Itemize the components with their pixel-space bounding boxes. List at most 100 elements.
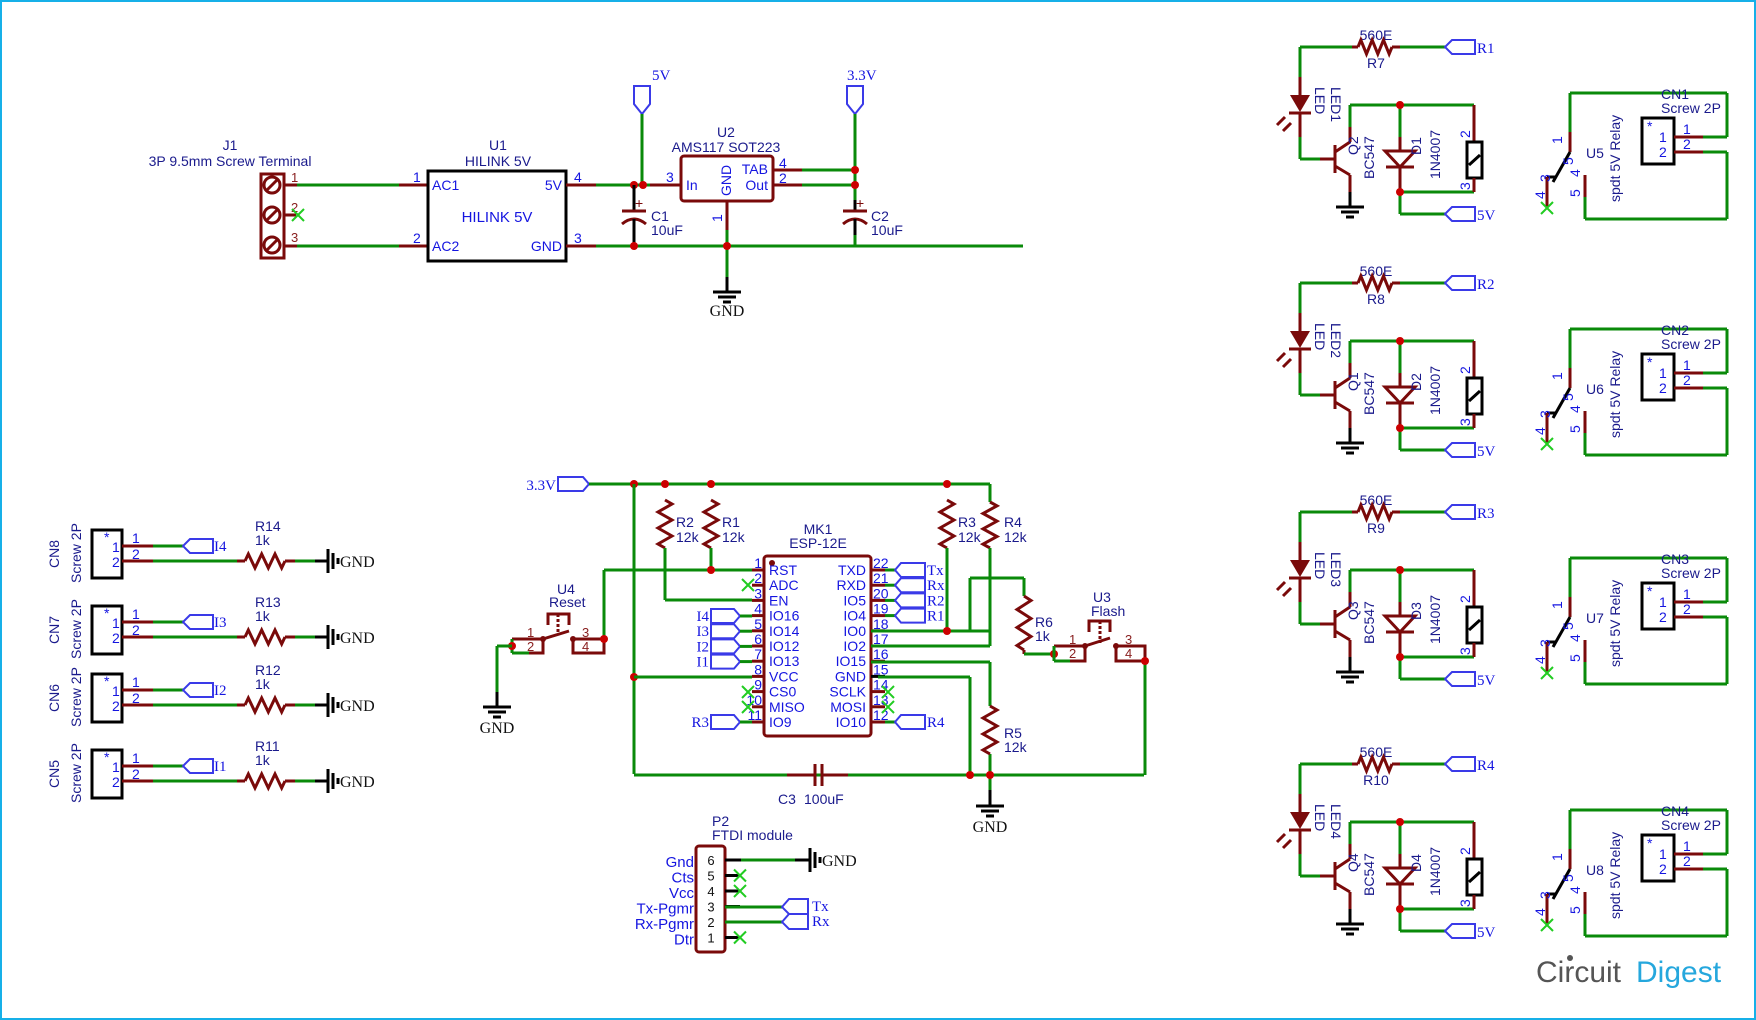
mk1-pinname: MISO — [769, 699, 805, 715]
net-5v-label: 5V — [1477, 673, 1496, 689]
resistor-value: 1k — [255, 752, 271, 768]
r2-ref: R2 — [676, 514, 694, 530]
port-input-icon — [181, 682, 214, 698]
port-label: I3 — [214, 615, 227, 631]
cn-type: Screw 2P — [68, 599, 84, 659]
relay-pin5: 5 — [1560, 393, 1576, 401]
reset-button-icon[interactable] — [512, 612, 606, 655]
cn-type: Screw 2P — [68, 523, 84, 583]
port-label: I3 — [697, 624, 710, 640]
gnd-symbol-icon — [976, 790, 1004, 818]
mk1-pins: 1 RST 2 ADC 3 EN 4 IO16 5 IO14 6 IO12 7 IO13 8 VCC 9 CS0 1… — [691, 555, 945, 731]
coil-pin2: 2 — [1457, 366, 1473, 374]
port-5v-icon — [1443, 923, 1476, 939]
u2-pinnum-3: 3 — [666, 169, 674, 185]
cn-ref: CN6 — [46, 684, 62, 712]
pin1-label: 1 — [132, 530, 140, 546]
coil-pin2: 2 — [1457, 847, 1473, 855]
port-input-icon — [181, 538, 214, 554]
u2-pin-out: Out — [745, 177, 768, 193]
pin2-label: 2 — [1683, 136, 1691, 152]
led-value: LED — [1312, 552, 1328, 579]
relay-pin5b: 5 — [1567, 425, 1583, 433]
port-output-icon — [893, 607, 926, 624]
pin1-star: * — [104, 749, 110, 765]
led-value: LED — [1312, 323, 1328, 350]
mk1-pinnum: 2 — [754, 570, 762, 586]
mk1-pinname: IO12 — [769, 638, 800, 654]
u2-pin-in: In — [686, 177, 698, 193]
c1-value: 10uF — [651, 222, 683, 238]
pin1-num: 1 — [112, 759, 120, 775]
relay-pin3: 3 — [1537, 174, 1553, 182]
coil-pin3: 3 — [1457, 418, 1473, 426]
port-relay-icon — [1443, 275, 1476, 291]
mk1-pinnum: 6 — [754, 631, 762, 647]
cn-type: Screw 2P — [68, 743, 84, 803]
led-ref: LED3 — [1328, 552, 1344, 587]
gnd-symbol-icon — [326, 549, 340, 573]
relay-pin3: 3 — [1537, 891, 1553, 899]
led-value: LED — [1312, 87, 1328, 114]
port-input-icon — [710, 638, 742, 655]
port-r4-icon — [893, 714, 926, 730]
mk1-pinname: CS0 — [769, 684, 796, 700]
r5-resistor-icon — [979, 704, 1001, 756]
schematic-canvas: J1 3P 9.5mm Screw Terminal 1 2 3 U1 HILI… — [46, 27, 1729, 989]
u1-ref: U1 — [489, 137, 507, 153]
ftdi-pinnum: 5 — [707, 869, 714, 884]
mk1-pinnum: 1 — [754, 555, 762, 571]
u2-pin-gnd: GND — [718, 165, 734, 196]
relay-channel: 560E R3 R9 LED LED3Q3 BC547 D3 1N4007 5V 2 3 1 5 3 4 4 5… — [1275, 492, 1729, 689]
port-3v3-icon — [557, 476, 591, 492]
relay-pin1: 1 — [1549, 136, 1565, 144]
resistor-ref: R7 — [1367, 55, 1385, 71]
relay-pin4b: 4 — [1567, 634, 1583, 642]
port-rx-icon — [780, 913, 809, 930]
u1-pinnum-2: 2 — [413, 230, 421, 246]
port-relay-icon — [1443, 756, 1476, 772]
ftdi-pinname: Rx-Pgmr — [635, 916, 694, 933]
relay-pin5: 5 — [1560, 622, 1576, 630]
relay-value: spdt 5V Relay — [1607, 832, 1623, 919]
ftdi-pinname: Gnd — [666, 854, 694, 871]
resistor-value: 560E — [1360, 492, 1393, 508]
relay-pin4b: 4 — [1567, 405, 1583, 413]
u2-value: AMS117 SOT223 — [672, 139, 781, 155]
port-label: I2 — [697, 639, 710, 655]
port-5v-icon — [1443, 442, 1476, 458]
cn-ref: CN8 — [46, 540, 62, 568]
pin1-star: * — [104, 529, 110, 545]
pin1-num: 1 — [112, 683, 120, 699]
gnd-label: GND — [973, 819, 1008, 836]
port-label: I1 — [697, 655, 710, 671]
relay-pin5b: 5 — [1567, 906, 1583, 914]
port-3v3-icon — [846, 85, 864, 116]
diode-ref: D2 — [1408, 373, 1424, 391]
mk1-pinnum: 7 — [754, 646, 762, 662]
port-tx-icon — [780, 898, 809, 915]
mk1-pinname: IO5 — [843, 592, 866, 608]
coil-pin2: 2 — [1457, 130, 1473, 138]
input-channel: *12CN5 Screw 2P 1I12 GNDR111k — [46, 738, 375, 803]
gnd-label: GND — [340, 774, 375, 791]
p2-value: FTDI module — [712, 827, 793, 843]
port-label: R2 — [1477, 277, 1495, 293]
port-output-icon — [893, 562, 926, 578]
input-channel: *12CN8 Screw 2P 1I42 GNDR141k — [46, 518, 375, 583]
led-icon — [1290, 95, 1310, 112]
r3-ref: R3 — [958, 514, 976, 530]
diode-value: 1N4007 — [1427, 847, 1443, 896]
led-icon — [1290, 331, 1310, 348]
logo-digest: Digest — [1636, 956, 1722, 989]
port-label: I1 — [214, 759, 227, 775]
r1-value: 12k — [722, 529, 746, 545]
j1-pin3: 3 — [291, 230, 298, 245]
pin2-label: 2 — [132, 766, 140, 782]
input-channel: *12CN7 Screw 2P 1I32 GNDR131k — [46, 594, 375, 659]
mk1-pinname: SCLK — [829, 684, 866, 700]
gnd-symbol-icon — [1336, 670, 1364, 684]
transistor-ref: Q2 — [1345, 136, 1361, 155]
r6-value: 1k — [1035, 628, 1051, 644]
pin1-label: 1 — [132, 606, 140, 622]
